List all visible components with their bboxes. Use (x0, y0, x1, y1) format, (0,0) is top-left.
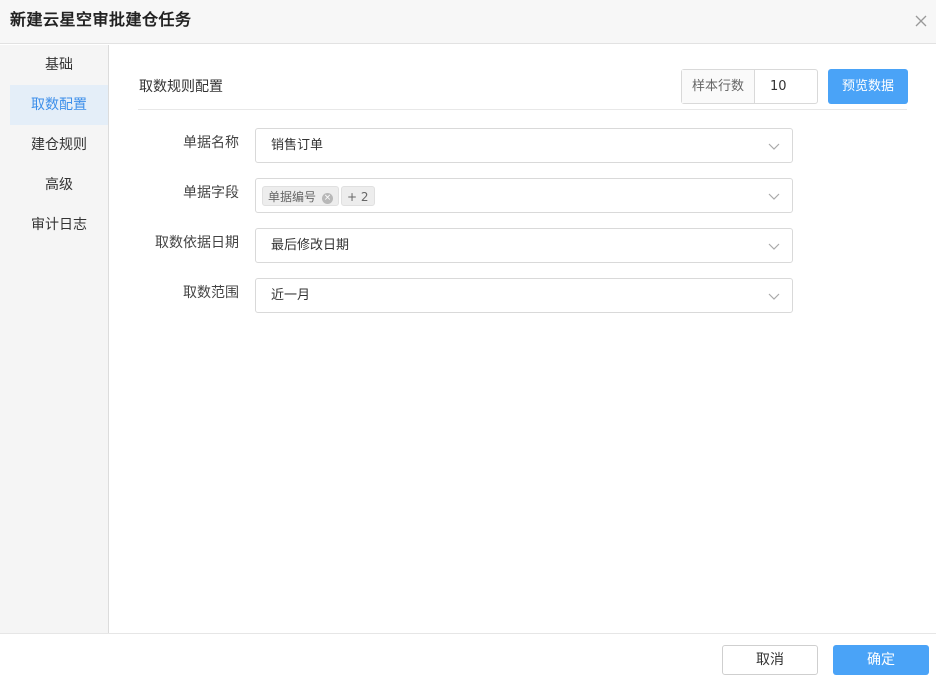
form-row-date-basis: 取数依据日期 最后修改日期 (110, 228, 810, 263)
close-icon[interactable] (914, 14, 928, 28)
form-row-doc-fields: 单据字段 单据编号 × + 2 (110, 178, 810, 213)
doc-fields-multiselect[interactable]: 单据编号 × + 2 (255, 178, 793, 213)
doc-name-label: 单据名称 (183, 135, 239, 151)
form-row-doc-name: 单据名称 销售订单 (110, 128, 810, 163)
chevron-down-icon (768, 293, 780, 300)
cancel-button[interactable]: 取消 (722, 645, 818, 675)
chevron-down-icon (768, 143, 780, 150)
selected-field-tag-label: 单据编号 (268, 190, 317, 204)
sidebar-item-audit-log[interactable]: 审计日志 (10, 205, 108, 245)
sample-rows-input-group: 样本行数 10 (681, 69, 818, 104)
dialog-title: 新建云星空审批建仓任务 (10, 10, 192, 29)
main-content: 取数规则配置 样本行数 10 预览数据 单据名称 销售订单 单据字段 单据编号 ×… (110, 45, 936, 633)
confirm-button[interactable]: 确定 (833, 645, 929, 675)
sample-rows-label: 样本行数 (682, 70, 755, 103)
doc-name-select[interactable]: 销售订单 (255, 128, 793, 163)
sidebar: 基础 取数配置 建仓规则 高级 审计日志 (0, 45, 109, 633)
date-basis-label: 取数依据日期 (155, 235, 239, 251)
range-select[interactable]: 近一月 (255, 278, 793, 313)
date-basis-value: 最后修改日期 (271, 238, 350, 253)
dialog-header: 新建云星空审批建仓任务 (0, 0, 936, 44)
range-label: 取数范围 (183, 285, 239, 301)
doc-name-value: 销售订单 (271, 138, 324, 153)
range-value: 近一月 (271, 288, 311, 303)
sidebar-item-data-fetch-config[interactable]: 取数配置 (10, 85, 108, 125)
preview-data-button[interactable]: 预览数据 (828, 69, 908, 104)
chevron-down-icon (768, 193, 780, 200)
sidebar-item-advanced[interactable]: 高级 (10, 165, 108, 205)
more-fields-tag: + 2 (341, 186, 375, 206)
doc-fields-label: 单据字段 (183, 185, 239, 201)
selected-field-tag: 单据编号 × (262, 186, 340, 206)
chevron-down-icon (768, 243, 780, 250)
section-title: 取数规则配置 (139, 79, 223, 95)
date-basis-select[interactable]: 最后修改日期 (255, 228, 793, 263)
sidebar-item-warehouse-rules[interactable]: 建仓规则 (10, 125, 108, 165)
sidebar-item-basic[interactable]: 基础 (10, 45, 108, 85)
section-divider (138, 109, 907, 110)
dialog-footer: 取消 确定 (0, 633, 936, 687)
tag-remove-icon[interactable]: × (322, 193, 334, 204)
form-row-range: 取数范围 近一月 (110, 278, 810, 313)
sample-rows-input[interactable]: 10 (755, 70, 817, 103)
